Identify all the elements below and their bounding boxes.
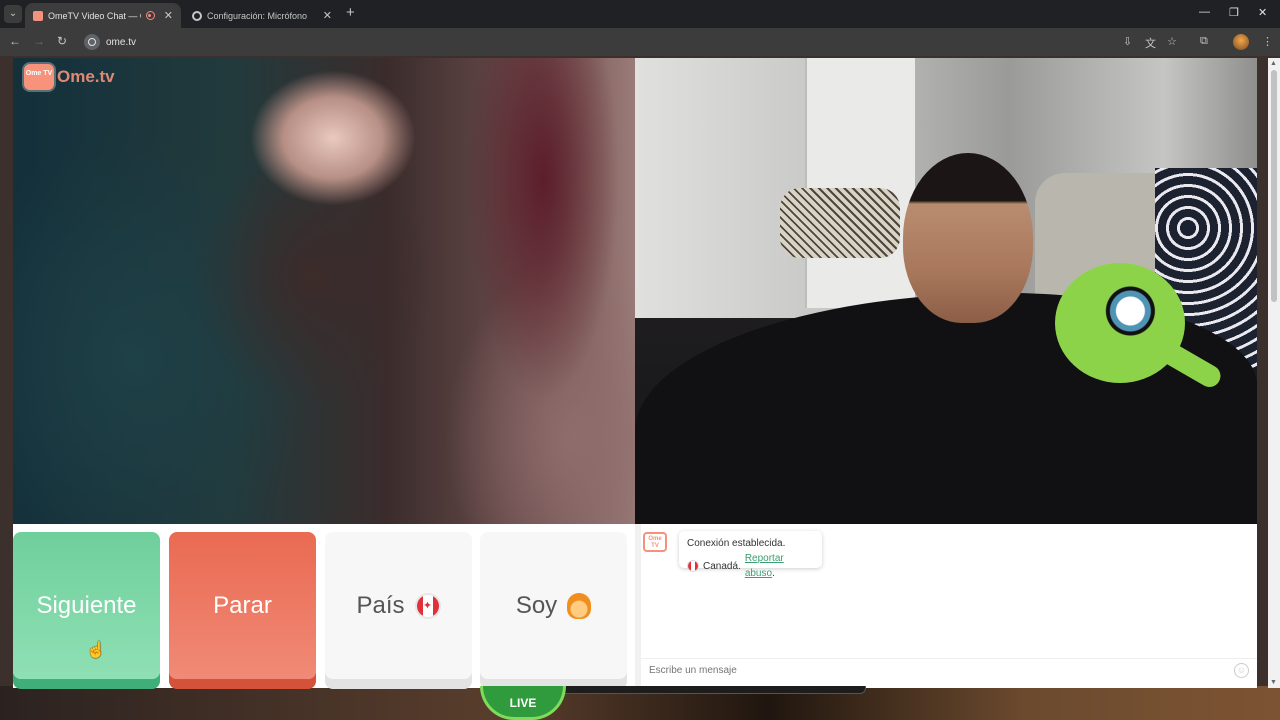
next-button[interactable]: Siguiente ☝ (13, 532, 160, 679)
woman-emoji-icon (567, 592, 592, 619)
extensions-icon[interactable]: ⧉ (1200, 35, 1208, 48)
canada-flag-icon (687, 560, 699, 572)
ometv-chat-logo-icon: Ome TV (643, 532, 667, 552)
video-shelf (805, 58, 915, 308)
gender-button-label: Soy (515, 591, 558, 619)
gender-button[interactable]: Soy (480, 532, 627, 679)
ometv-logo: Ome TV Ome.tv (24, 64, 115, 90)
next-button-label: Siguiente (36, 591, 137, 619)
country-button[interactable]: País ✦ (325, 532, 472, 679)
canada-flag-icon: ✦ (414, 592, 441, 619)
partner-country-row: Canadá. Reportar abuso. (687, 551, 814, 581)
hand-cursor-icon: ☝ (86, 642, 106, 659)
site-info-icon[interactable] (84, 34, 100, 50)
ometv-logo-badge: Ome TV (24, 64, 54, 90)
report-suffix: . (772, 568, 775, 579)
minimize-icon[interactable]: — (1199, 6, 1210, 18)
control-buttons: Siguiente ☝ Parar País ✦ Soy (13, 532, 635, 688)
emoji-icon[interactable]: ☺ (1234, 663, 1249, 678)
back-icon[interactable]: ← (9, 34, 21, 48)
video-plush-toy (1055, 263, 1185, 383)
profile-avatar[interactable] (1233, 34, 1249, 50)
close-window-icon[interactable]: ✕ (1258, 6, 1267, 19)
ometv-favicon-icon (33, 10, 43, 21)
scroll-up-icon[interactable]: ▲ (1270, 60, 1277, 67)
video-person-head (903, 153, 1033, 323)
page-scrollbar[interactable]: ▲ ▼ (1268, 58, 1280, 688)
browser-toolbar: ← → ↻ ome.tv ⇩ 文 ☆ ⧉ ⋮ (0, 28, 1280, 56)
stop-button-label: Parar (213, 591, 272, 619)
bookmark-star-icon[interactable]: ☆ (1167, 35, 1177, 48)
message-input[interactable] (649, 665, 1209, 676)
tab-title: Configuración: Micrófono (207, 10, 308, 21)
page-viewport: Ome TV Ome.tv Siguiente ☝ Parar País ✦ S… (0, 56, 1280, 720)
restore-icon[interactable]: ❐ (1229, 6, 1239, 19)
close-tab-icon[interactable]: ✕ (164, 9, 173, 22)
install-app-icon[interactable]: ⇩ (1123, 35, 1132, 48)
reload-icon[interactable]: ↻ (57, 34, 67, 48)
forward-icon[interactable]: → (33, 34, 45, 48)
translate-icon[interactable]: 文 (1145, 35, 1156, 51)
url-text: ome.tv (106, 36, 137, 48)
tab-ometv[interactable]: OmeTV Video Chat — Omegle ✕ (25, 3, 181, 28)
stop-button[interactable]: Parar (169, 532, 316, 679)
connection-status: Conexión establecida. (687, 538, 786, 549)
tab-title: OmeTV Video Chat — Omegle (48, 10, 141, 21)
tab-settings-microphone[interactable]: Configuración: Micrófono ✕ (184, 3, 340, 28)
close-tab-icon[interactable]: ✕ (323, 9, 332, 22)
system-message: Conexión establecida. Canadá. Reportar a… (679, 531, 822, 579)
country-button-label: País (356, 591, 405, 619)
scroll-down-icon[interactable]: ▼ (1270, 679, 1277, 686)
new-tab-icon[interactable]: + (346, 4, 355, 21)
recording-indicator-icon (145, 11, 155, 20)
gear-icon (192, 10, 202, 21)
chat-panel: Ome TV Conexión establecida. Canadá. Rep… (635, 524, 1257, 688)
remote-video: Ome TV Ome.tv (13, 58, 635, 524)
menu-kebab-icon[interactable]: ⋮ (1262, 35, 1273, 48)
tab-strip: ⌄ OmeTV Video Chat — Omegle ✕ Configurac… (0, 0, 1280, 28)
scroll-thumb[interactable] (1271, 70, 1277, 302)
tab-search-button[interactable]: ⌄ (4, 5, 22, 23)
ometv-logo-text: Ome.tv (57, 67, 115, 86)
report-abuse-link[interactable]: Reportar abuso (745, 553, 784, 579)
message-input-area: ☺ (641, 658, 1257, 682)
address-bar[interactable]: ome.tv (78, 31, 1112, 53)
video-pillow (780, 188, 900, 258)
page-bottom-bar (560, 686, 866, 694)
local-video (635, 58, 1257, 524)
partner-country: Canadá. (703, 560, 741, 572)
ometv-app: Ome TV Ome.tv Siguiente ☝ Parar País ✦ S… (13, 58, 1257, 688)
